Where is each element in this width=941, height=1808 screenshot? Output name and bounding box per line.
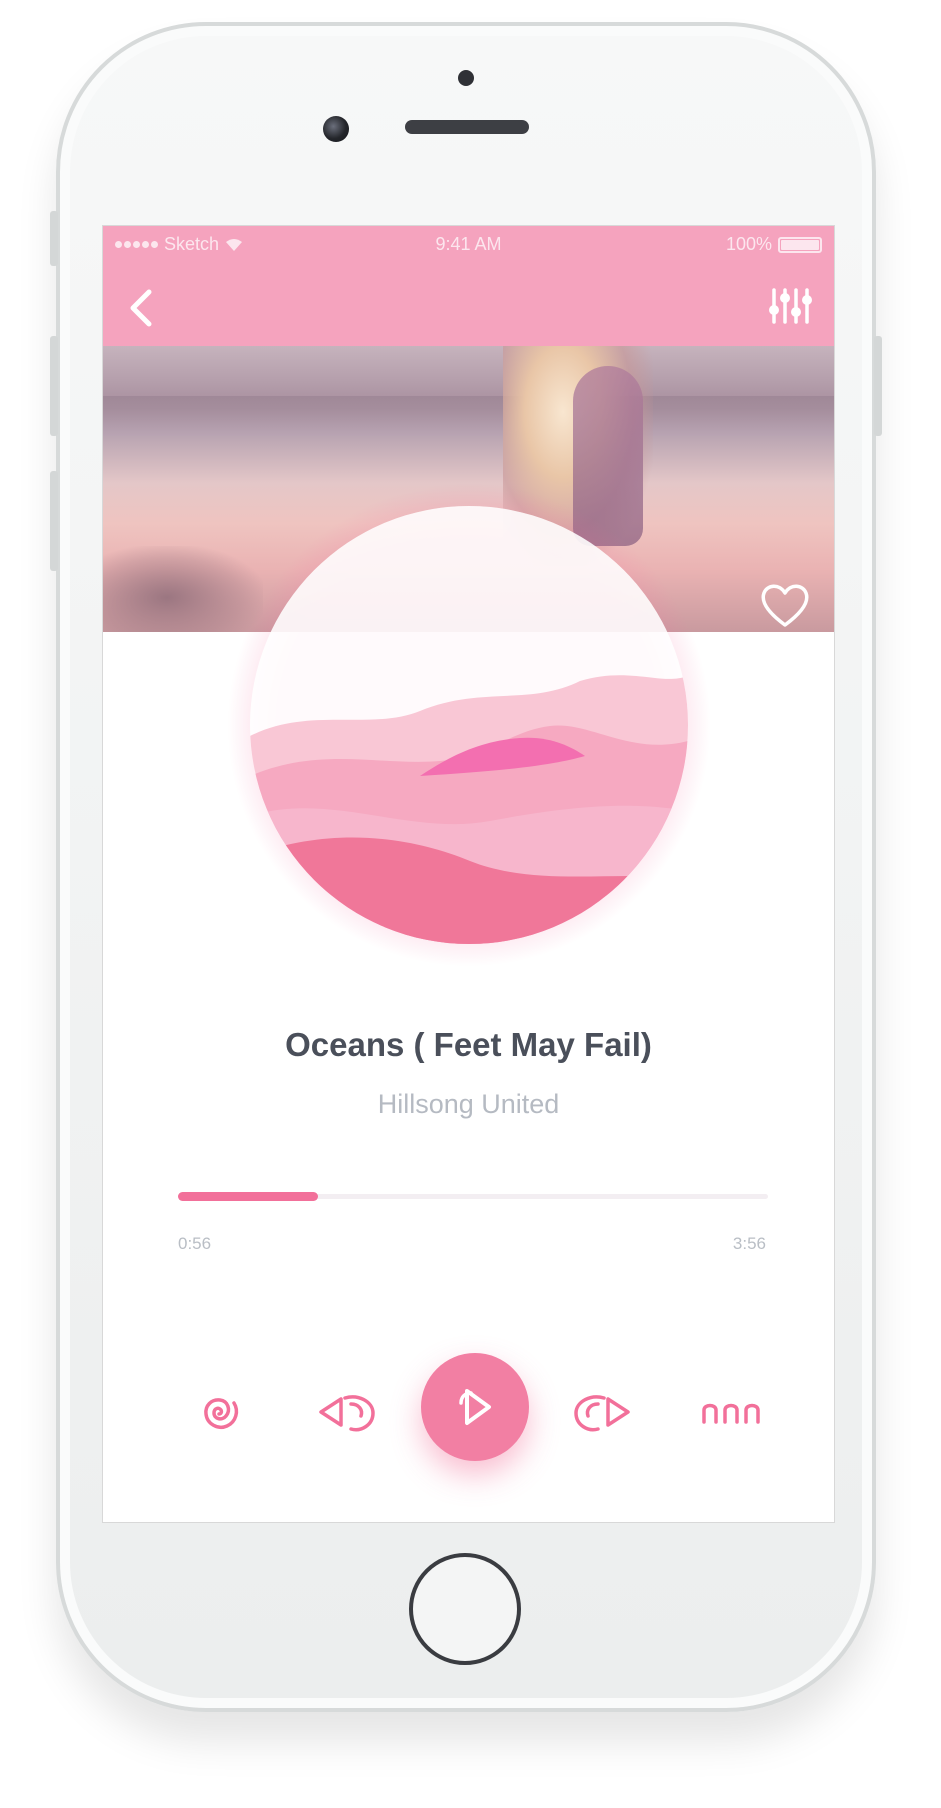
album-disc xyxy=(250,506,688,944)
volume-down-button xyxy=(50,471,58,571)
home-button[interactable] xyxy=(409,1553,521,1665)
play-icon xyxy=(459,1389,491,1425)
time-elapsed: 0:56 xyxy=(178,1234,212,1253)
app-screen: Sketch 9:41 AM 100% Oceans (Feet May Fa… xyxy=(102,225,835,1523)
more-icon[interactable] xyxy=(700,1398,766,1428)
mute-switch xyxy=(50,211,58,266)
next-icon[interactable] xyxy=(568,1386,634,1440)
play-button[interactable] xyxy=(421,1353,529,1461)
proximity-sensor xyxy=(458,70,474,86)
battery-icon xyxy=(778,236,822,253)
power-button xyxy=(874,336,882,436)
heart-icon[interactable] xyxy=(758,581,812,629)
status-time: 9:41 AM xyxy=(435,234,502,254)
status-bar: Sketch 9:41 AM 100% xyxy=(103,226,834,262)
track-artist: Hillsong United xyxy=(377,1089,560,1119)
earpiece-speaker xyxy=(405,120,529,134)
time-total: 3:56 xyxy=(732,1234,766,1253)
volume-up-button xyxy=(50,336,58,436)
progress-fill xyxy=(178,1192,318,1201)
battery-percent: 100% xyxy=(725,234,772,254)
spiral-icon[interactable] xyxy=(192,1386,246,1440)
track-title: Oceans ( Feet May Fail) xyxy=(285,1026,652,1063)
progress-bar[interactable] xyxy=(178,1192,768,1201)
chevron-left-icon[interactable] xyxy=(125,286,157,330)
front-camera xyxy=(323,116,349,142)
status-right: 100% xyxy=(726,234,822,255)
previous-icon[interactable] xyxy=(315,1386,381,1440)
equalizer-icon[interactable] xyxy=(768,286,812,326)
